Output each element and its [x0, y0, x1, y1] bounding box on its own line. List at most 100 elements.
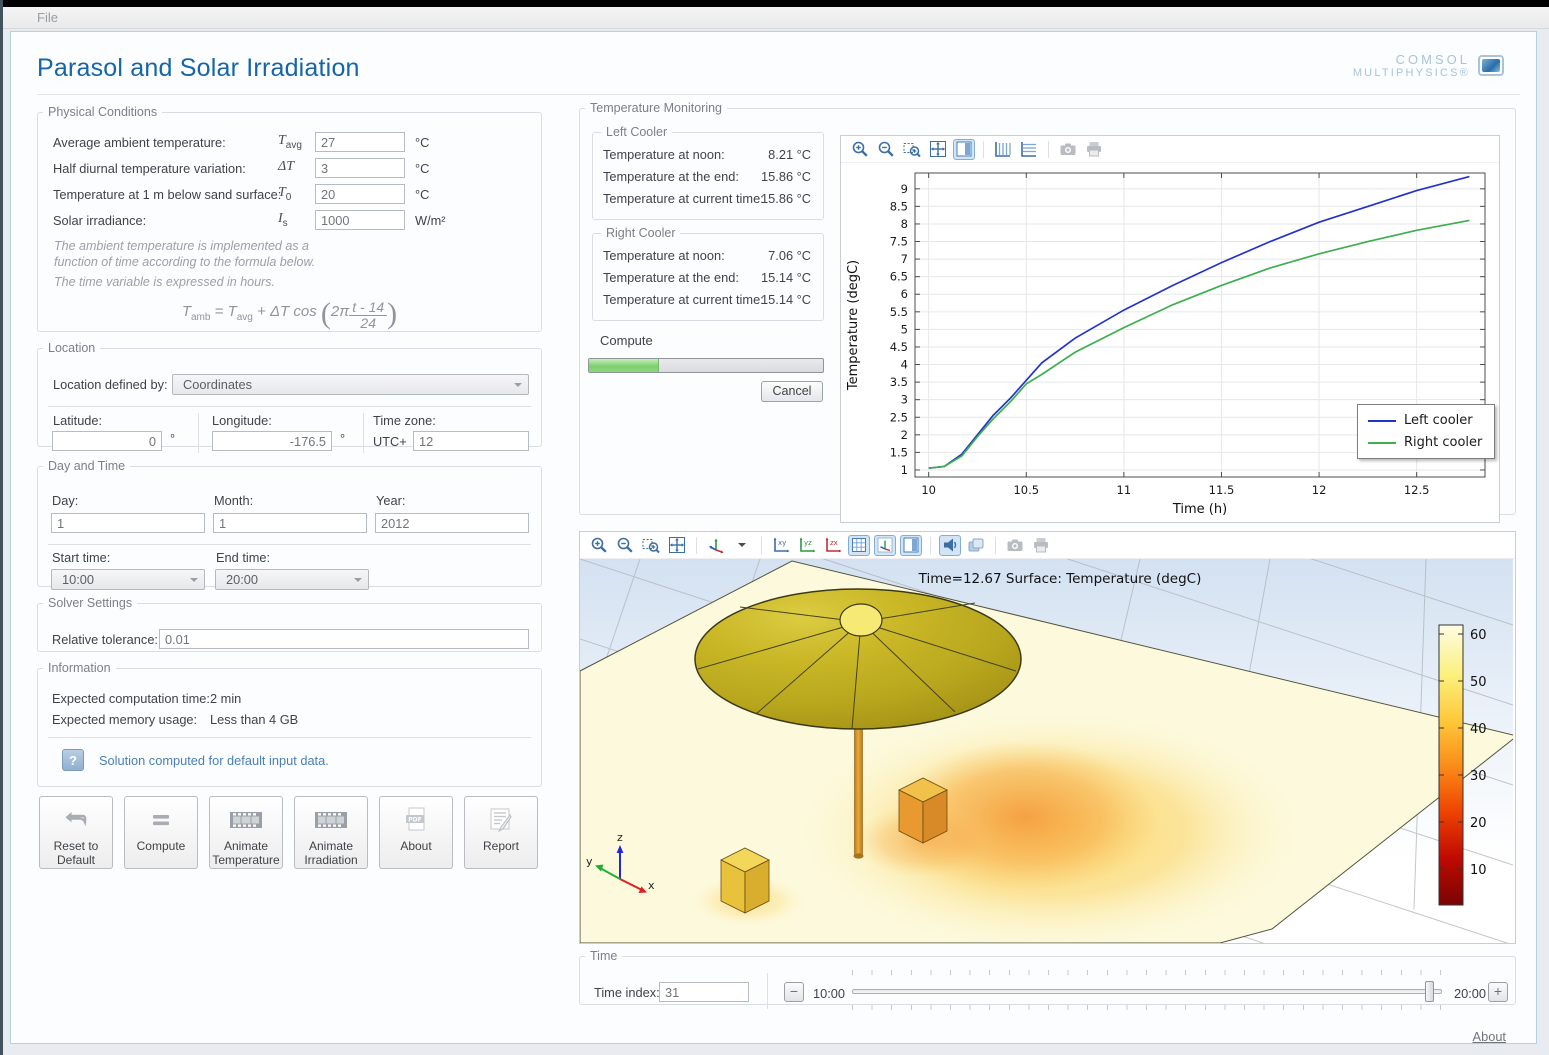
- axes-toggle-icon[interactable]: [874, 534, 896, 556]
- about-link[interactable]: About: [1473, 1029, 1506, 1044]
- svg-text:8: 8: [901, 217, 908, 231]
- reset-to-default-button[interactable]: Reset to Default: [39, 796, 113, 869]
- time-step-back-button[interactable]: −: [784, 982, 804, 1002]
- print-icon[interactable]: [1083, 139, 1105, 160]
- day-input[interactable]: [51, 513, 205, 533]
- window-edge: [0, 0, 3, 1055]
- y-grid-icon[interactable]: [1018, 139, 1040, 160]
- year-input[interactable]: [375, 513, 529, 533]
- window-titlebar: [0, 0, 1549, 7]
- slider-min-label: 10:00: [813, 986, 846, 1001]
- plot3d-toolbar: xy yz zx: [580, 532, 1515, 559]
- temperature-chart[interactable]: 10 10.5 11 11.5 12 12.511.522.533.544.555.566…: [841, 163, 1499, 521]
- field-label: Time zone:: [373, 413, 436, 428]
- relative-tolerance-input[interactable]: [159, 629, 529, 649]
- svg-text:z: z: [617, 831, 623, 844]
- plot-panel-toggle-icon[interactable]: [953, 138, 975, 160]
- timezone-input[interactable]: [413, 431, 529, 451]
- svg-text:x: x: [648, 879, 655, 892]
- ambient-note: The ambient temperature is implemented a…: [54, 239, 316, 269]
- svg-text:7.5: 7.5: [890, 235, 908, 249]
- field-label: Temperature at 1 m below sand surface:: [53, 187, 282, 202]
- avg-temp-input[interactable]: [315, 132, 405, 152]
- field-label: Latitude:: [53, 413, 103, 428]
- print-icon[interactable]: [1030, 535, 1052, 556]
- cooler-box-right: [898, 777, 948, 844]
- x-grid-icon[interactable]: [992, 139, 1014, 160]
- report-button[interactable]: Report: [464, 796, 538, 869]
- animate-irradiation-button[interactable]: Animate Irradiation: [294, 796, 368, 869]
- view-xy-icon[interactable]: xy: [770, 535, 792, 556]
- unit-label: °: [170, 431, 176, 446]
- zoom-in-icon[interactable]: [849, 139, 871, 160]
- view-zx-icon[interactable]: zx: [822, 535, 844, 556]
- unit-label: W/m²: [415, 213, 446, 228]
- start-time-combo[interactable]: 10:00: [51, 569, 205, 590]
- zoom-out-icon[interactable]: [875, 139, 897, 160]
- svg-text:30: 30: [1470, 769, 1487, 784]
- zoom-box-icon[interactable]: [901, 139, 923, 160]
- panel-toggle-icon[interactable]: [900, 534, 922, 556]
- irradiance-input[interactable]: [315, 210, 405, 230]
- cancel-button[interactable]: Cancel: [761, 381, 823, 402]
- diurnal-var-input[interactable]: [315, 158, 405, 178]
- chart-legend: Left cooler Right cooler: [1357, 404, 1496, 459]
- sand-temp-input[interactable]: [315, 184, 405, 204]
- transparency-icon[interactable]: [965, 535, 987, 556]
- field-label: Half diurnal temperature variation:: [53, 161, 246, 176]
- svg-text:12.5: 12.5: [1404, 483, 1430, 497]
- view-yz-icon[interactable]: yz: [796, 535, 818, 556]
- field-label: Location defined by:: [53, 377, 168, 392]
- orientation-dropdown-caret-icon[interactable]: [731, 535, 753, 556]
- menu-file[interactable]: File: [31, 7, 64, 28]
- animate-temperature-button[interactable]: Animate Temperature: [209, 796, 283, 869]
- brand-line1: COMSOL: [1395, 52, 1470, 67]
- divider: [767, 973, 768, 1009]
- svg-text:11: 11: [1117, 483, 1132, 497]
- time-step-forward-button[interactable]: +: [1488, 982, 1508, 1002]
- snapshot-camera-icon[interactable]: [1004, 535, 1026, 556]
- time-slider-track[interactable]: [852, 989, 1442, 994]
- field-label: Year:: [376, 493, 406, 508]
- svg-text:60: 60: [1470, 628, 1487, 643]
- time-slider-thumb[interactable]: [1425, 981, 1435, 1002]
- zoom-box-icon[interactable]: [640, 535, 662, 556]
- unit-label: °C: [415, 135, 430, 150]
- zoom-extents-icon[interactable]: [666, 535, 688, 556]
- latitude-input[interactable]: [52, 431, 162, 451]
- about-button[interactable]: PDF About: [379, 796, 453, 869]
- svg-text:yz: yz: [804, 539, 812, 547]
- toolbar-separator: [1048, 140, 1049, 158]
- toolbar-separator: [995, 536, 996, 554]
- end-time-combo[interactable]: 20:00: [215, 569, 369, 590]
- grid-toggle-icon[interactable]: [848, 534, 870, 556]
- svg-text:zx: zx: [830, 539, 838, 547]
- symbol: T0: [278, 185, 292, 203]
- time-index-input[interactable]: [659, 982, 749, 1002]
- utc-prefix: UTC+: [373, 434, 407, 449]
- field-label: Month:: [214, 493, 254, 508]
- divider: [48, 544, 531, 545]
- svg-text:5.5: 5.5: [890, 305, 908, 319]
- menu-bar: File: [3, 7, 1549, 29]
- zoom-in-icon[interactable]: [588, 535, 610, 556]
- unit-label: °C: [415, 161, 430, 176]
- longitude-input[interactable]: [212, 431, 332, 451]
- page-title: Parasol and Solar Irradiation: [37, 54, 360, 82]
- temperature-chart-panel: 10 10.5 11 11.5 12 12.5 1 1.5 2 2.5 3 3.5 4 4.5 5 5.5 6 6…: [840, 135, 1500, 523]
- cooler-box-left: [720, 847, 770, 914]
- snapshot-camera-icon[interactable]: [1057, 139, 1079, 160]
- pdf-icon: PDF: [404, 807, 428, 833]
- orientation-triad-icon[interactable]: [705, 535, 727, 556]
- location-defined-by-combo[interactable]: Coordinates: [172, 374, 529, 395]
- svg-text:20: 20: [1470, 816, 1487, 831]
- surface-plot-scene[interactable]: z y x 60 50 40 30 20 10 Time=12.67 Surfa…: [509, 318, 1519, 1026]
- svg-text:4.5: 4.5: [890, 340, 908, 354]
- compute-button[interactable]: Compute: [124, 796, 198, 869]
- zoom-extents-icon[interactable]: [927, 139, 949, 160]
- zoom-out-icon[interactable]: [614, 535, 636, 556]
- month-input[interactable]: [213, 513, 367, 533]
- headlight-toggle-icon[interactable]: [939, 534, 961, 556]
- svg-text:Temperature (degC): Temperature (degC): [846, 260, 861, 391]
- compute-progress-label: Compute: [600, 333, 653, 348]
